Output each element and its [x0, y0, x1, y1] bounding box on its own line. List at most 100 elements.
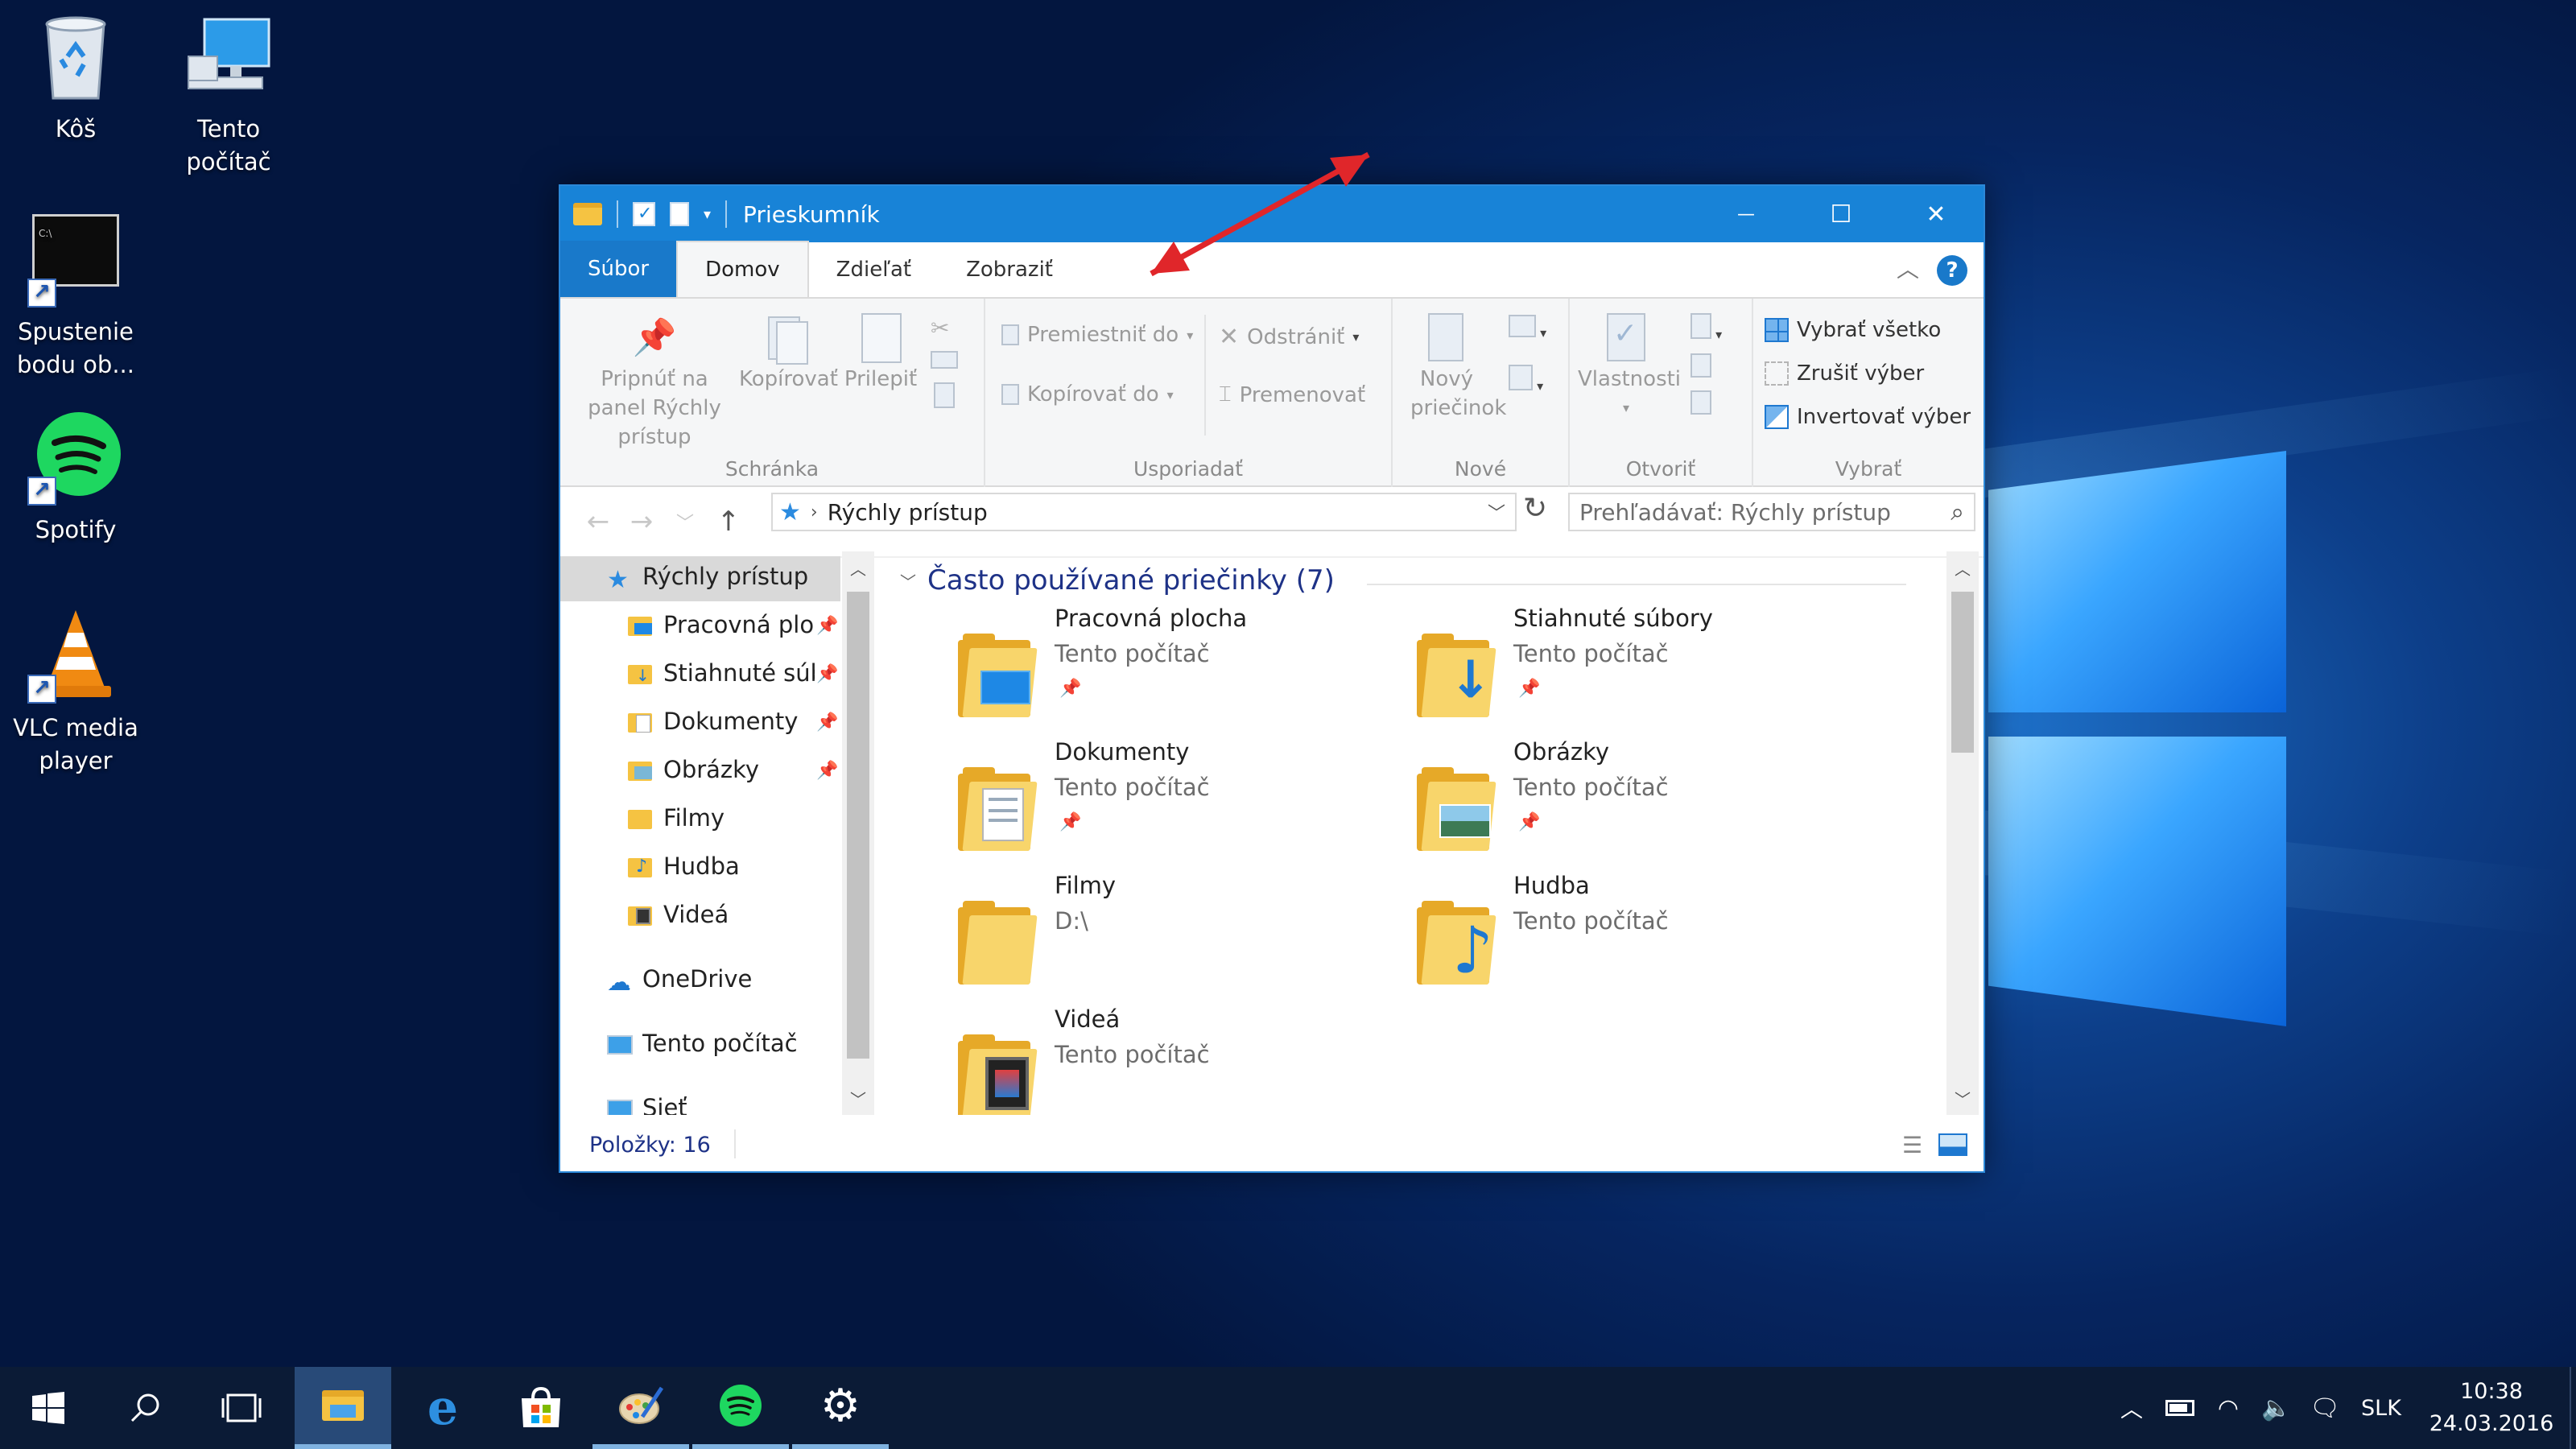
clock[interactable]: 10:38 24.03.2016	[2423, 1367, 2560, 1449]
folder-tile[interactable]: ↓ Stiahnuté súbory Tento počítač 📌	[1389, 605, 1824, 725]
select-none-button[interactable]: Zrušiť výber	[1765, 361, 1924, 386]
taskbar-store[interactable]	[493, 1367, 589, 1449]
folder-tile[interactable]: Dokumenty Tento počítač 📌	[931, 738, 1365, 859]
paste-button[interactable]: Prilepiť	[840, 312, 921, 394]
tab-home[interactable]: Domov	[676, 241, 809, 297]
nav-item[interactable]: Pracovná ploc 📌	[560, 605, 840, 650]
paste-shortcut-icon[interactable]	[934, 382, 955, 414]
rename-button[interactable]: ⌶ Premenovať	[1219, 382, 1365, 407]
show-desktop-button[interactable]	[2570, 1367, 2576, 1449]
collapse-ribbon-icon[interactable]: ︿	[1897, 252, 1919, 284]
folder-name: Hudba	[1513, 872, 1590, 899]
customize-toolbar-icon[interactable]: ▾	[704, 206, 711, 223]
address-bar[interactable]: ★ › Rýchly prístup ﹀	[771, 493, 1517, 531]
task-view-button[interactable]	[193, 1367, 290, 1449]
notifications-icon[interactable]: 🗨	[2301, 1394, 2349, 1422]
taskbar-settings[interactable]: ⚙	[792, 1367, 889, 1449]
close-button[interactable]: ✕	[1889, 186, 1984, 242]
breadcrumb[interactable]: Rýchly prístup	[828, 499, 988, 526]
show-hidden-icons-icon[interactable]: ︿	[2107, 1392, 2156, 1424]
minimize-button[interactable]: —	[1699, 186, 1794, 242]
new-folder-quick-icon[interactable]	[670, 202, 689, 226]
properties-button[interactable]: ✓ Vlastnosti ▾	[1578, 312, 1681, 423]
nav-item-icon	[607, 1097, 633, 1115]
back-arrow-icon[interactable]: ←	[576, 506, 620, 538]
move-to-button[interactable]: Premiestniť do ▾	[1001, 323, 1193, 347]
properties-quick-icon[interactable]: ✓	[633, 202, 655, 226]
open-icon[interactable]: ▾	[1690, 313, 1722, 342]
nav-item-icon: ♪	[628, 856, 652, 883]
nav-item[interactable]: Dokumenty 📌	[560, 701, 840, 746]
taskbar-paint[interactable]	[592, 1367, 689, 1449]
desktop-icon-vlc[interactable]: ↗ VLC media player	[3, 607, 148, 778]
nav-scrollbar[interactable]: ︿ ﹀	[842, 551, 874, 1115]
copy-button[interactable]: Kopírovať	[739, 312, 838, 394]
recent-locations-icon[interactable]: ﹀	[663, 509, 707, 535]
cut-icon[interactable]: ✂	[931, 315, 949, 341]
nav-item[interactable]: Videá	[560, 894, 840, 939]
wifi-icon[interactable]: ◠	[2204, 1394, 2252, 1422]
nav-item-label: Obrázky	[663, 756, 760, 783]
easy-access-icon[interactable]: ▾	[1509, 365, 1543, 394]
search-button[interactable]	[97, 1367, 193, 1449]
ribbon: 📌 Pripnúť na panel Rýchly prístup Kopíro…	[560, 299, 1984, 487]
pin-quick-access-button[interactable]: 📌 Pripnúť na panel Rýchly prístup	[572, 312, 737, 452]
group-label-clipboard: Schránka	[724, 457, 819, 481]
large-icons-view-icon[interactable]	[1938, 1133, 1967, 1156]
address-dropdown-icon[interactable]: ﹀	[1488, 499, 1505, 525]
nav-item[interactable]: Tento počítač	[560, 1023, 840, 1068]
battery-icon[interactable]	[2156, 1400, 2204, 1416]
up-arrow-icon[interactable]: ↑	[707, 506, 750, 538]
new-folder-icon	[1402, 312, 1491, 365]
section-header[interactable]: ﹀ Často používané priečinky (7)	[900, 564, 1335, 597]
desktop-icon-restore-point[interactable]: C:\ ↗ Spustenie bodu ob...	[3, 211, 148, 382]
folder-tile[interactable]: Obrázky Tento počítač 📌	[1389, 738, 1824, 859]
tab-view[interactable]: Zobraziť	[939, 242, 1080, 297]
desktop-icon-spotify[interactable]: ↗ Spotify	[3, 409, 148, 547]
tab-file[interactable]: Súbor	[560, 241, 677, 297]
help-icon[interactable]: ?	[1937, 255, 1967, 286]
forward-arrow-icon[interactable]: →	[620, 506, 663, 538]
details-view-icon[interactable]: ☰	[1902, 1132, 1922, 1158]
desktop-icon-recycle-bin[interactable]: Kôš	[3, 8, 148, 146]
copy-path-icon[interactable]	[931, 350, 958, 374]
history-icon[interactable]	[1690, 390, 1711, 420]
navigation-pane: ★ Rýchly prístup Pracovná ploc 📌 ↓ Stiahnuté …	[560, 551, 876, 1115]
folder-tile[interactable]: Videá Tento počítač	[931, 1005, 1365, 1115]
nav-item[interactable]: ★ Rýchly prístup	[560, 556, 840, 601]
folder-location: Tento počítač	[1513, 640, 1669, 667]
search-input[interactable]: Prehľadávať: Rýchly prístup ⌕	[1568, 493, 1975, 531]
invert-selection-button[interactable]: Invertovať výber	[1765, 405, 1971, 429]
nav-item-icon	[628, 807, 652, 835]
nav-item[interactable]: Sieť	[560, 1088, 840, 1115]
nav-item[interactable]: ☁ OneDrive	[560, 959, 840, 1004]
language-indicator[interactable]: SLK	[2349, 1396, 2413, 1421]
taskbar-file-explorer[interactable]	[295, 1367, 391, 1449]
taskbar-spotify[interactable]	[692, 1367, 789, 1449]
nav-item-label: Filmy	[663, 804, 725, 832]
nav-item[interactable]: ↓ Stiahnuté súb 📌	[560, 653, 840, 698]
volume-icon[interactable]: 🔈	[2252, 1394, 2301, 1422]
desktop-icon-this-pc[interactable]: Tento počítač	[156, 8, 301, 179]
content-scrollbar[interactable]: ︿ ﹀	[1946, 551, 1979, 1115]
copy-to-button[interactable]: Kopírovať do ▾	[1001, 382, 1174, 407]
folder-tile[interactable]: ♪ Hudba Tento počítač	[1389, 872, 1824, 993]
maximize-button[interactable]: ☐	[1794, 186, 1889, 242]
start-button[interactable]	[0, 1367, 97, 1449]
new-item-icon[interactable]: ▾	[1509, 315, 1546, 341]
folder-tile[interactable]: Filmy D:\	[931, 872, 1365, 993]
nav-item-label: Rýchly prístup	[642, 563, 809, 590]
nav-item[interactable]: Obrázky 📌	[560, 749, 840, 795]
nav-item[interactable]: ♪ Hudba	[560, 846, 840, 891]
select-all-button[interactable]: Vybrať všetko	[1765, 318, 1941, 342]
new-folder-button[interactable]: Nový priečinok	[1402, 312, 1506, 423]
nav-item[interactable]: Filmy	[560, 798, 840, 843]
folder-name: Stiahnuté súbory	[1513, 605, 1713, 632]
folder-tile[interactable]: Pracovná plocha Tento počítač 📌	[931, 605, 1365, 725]
refresh-icon[interactable]: ↻	[1523, 492, 1547, 525]
tab-share[interactable]: Zdieľať	[809, 242, 939, 297]
edit-icon[interactable]	[1690, 353, 1711, 383]
delete-button[interactable]: ✕ Odstrániť ▾	[1219, 323, 1359, 351]
taskbar-edge[interactable]: e	[394, 1367, 491, 1449]
invert-selection-icon	[1765, 405, 1789, 429]
